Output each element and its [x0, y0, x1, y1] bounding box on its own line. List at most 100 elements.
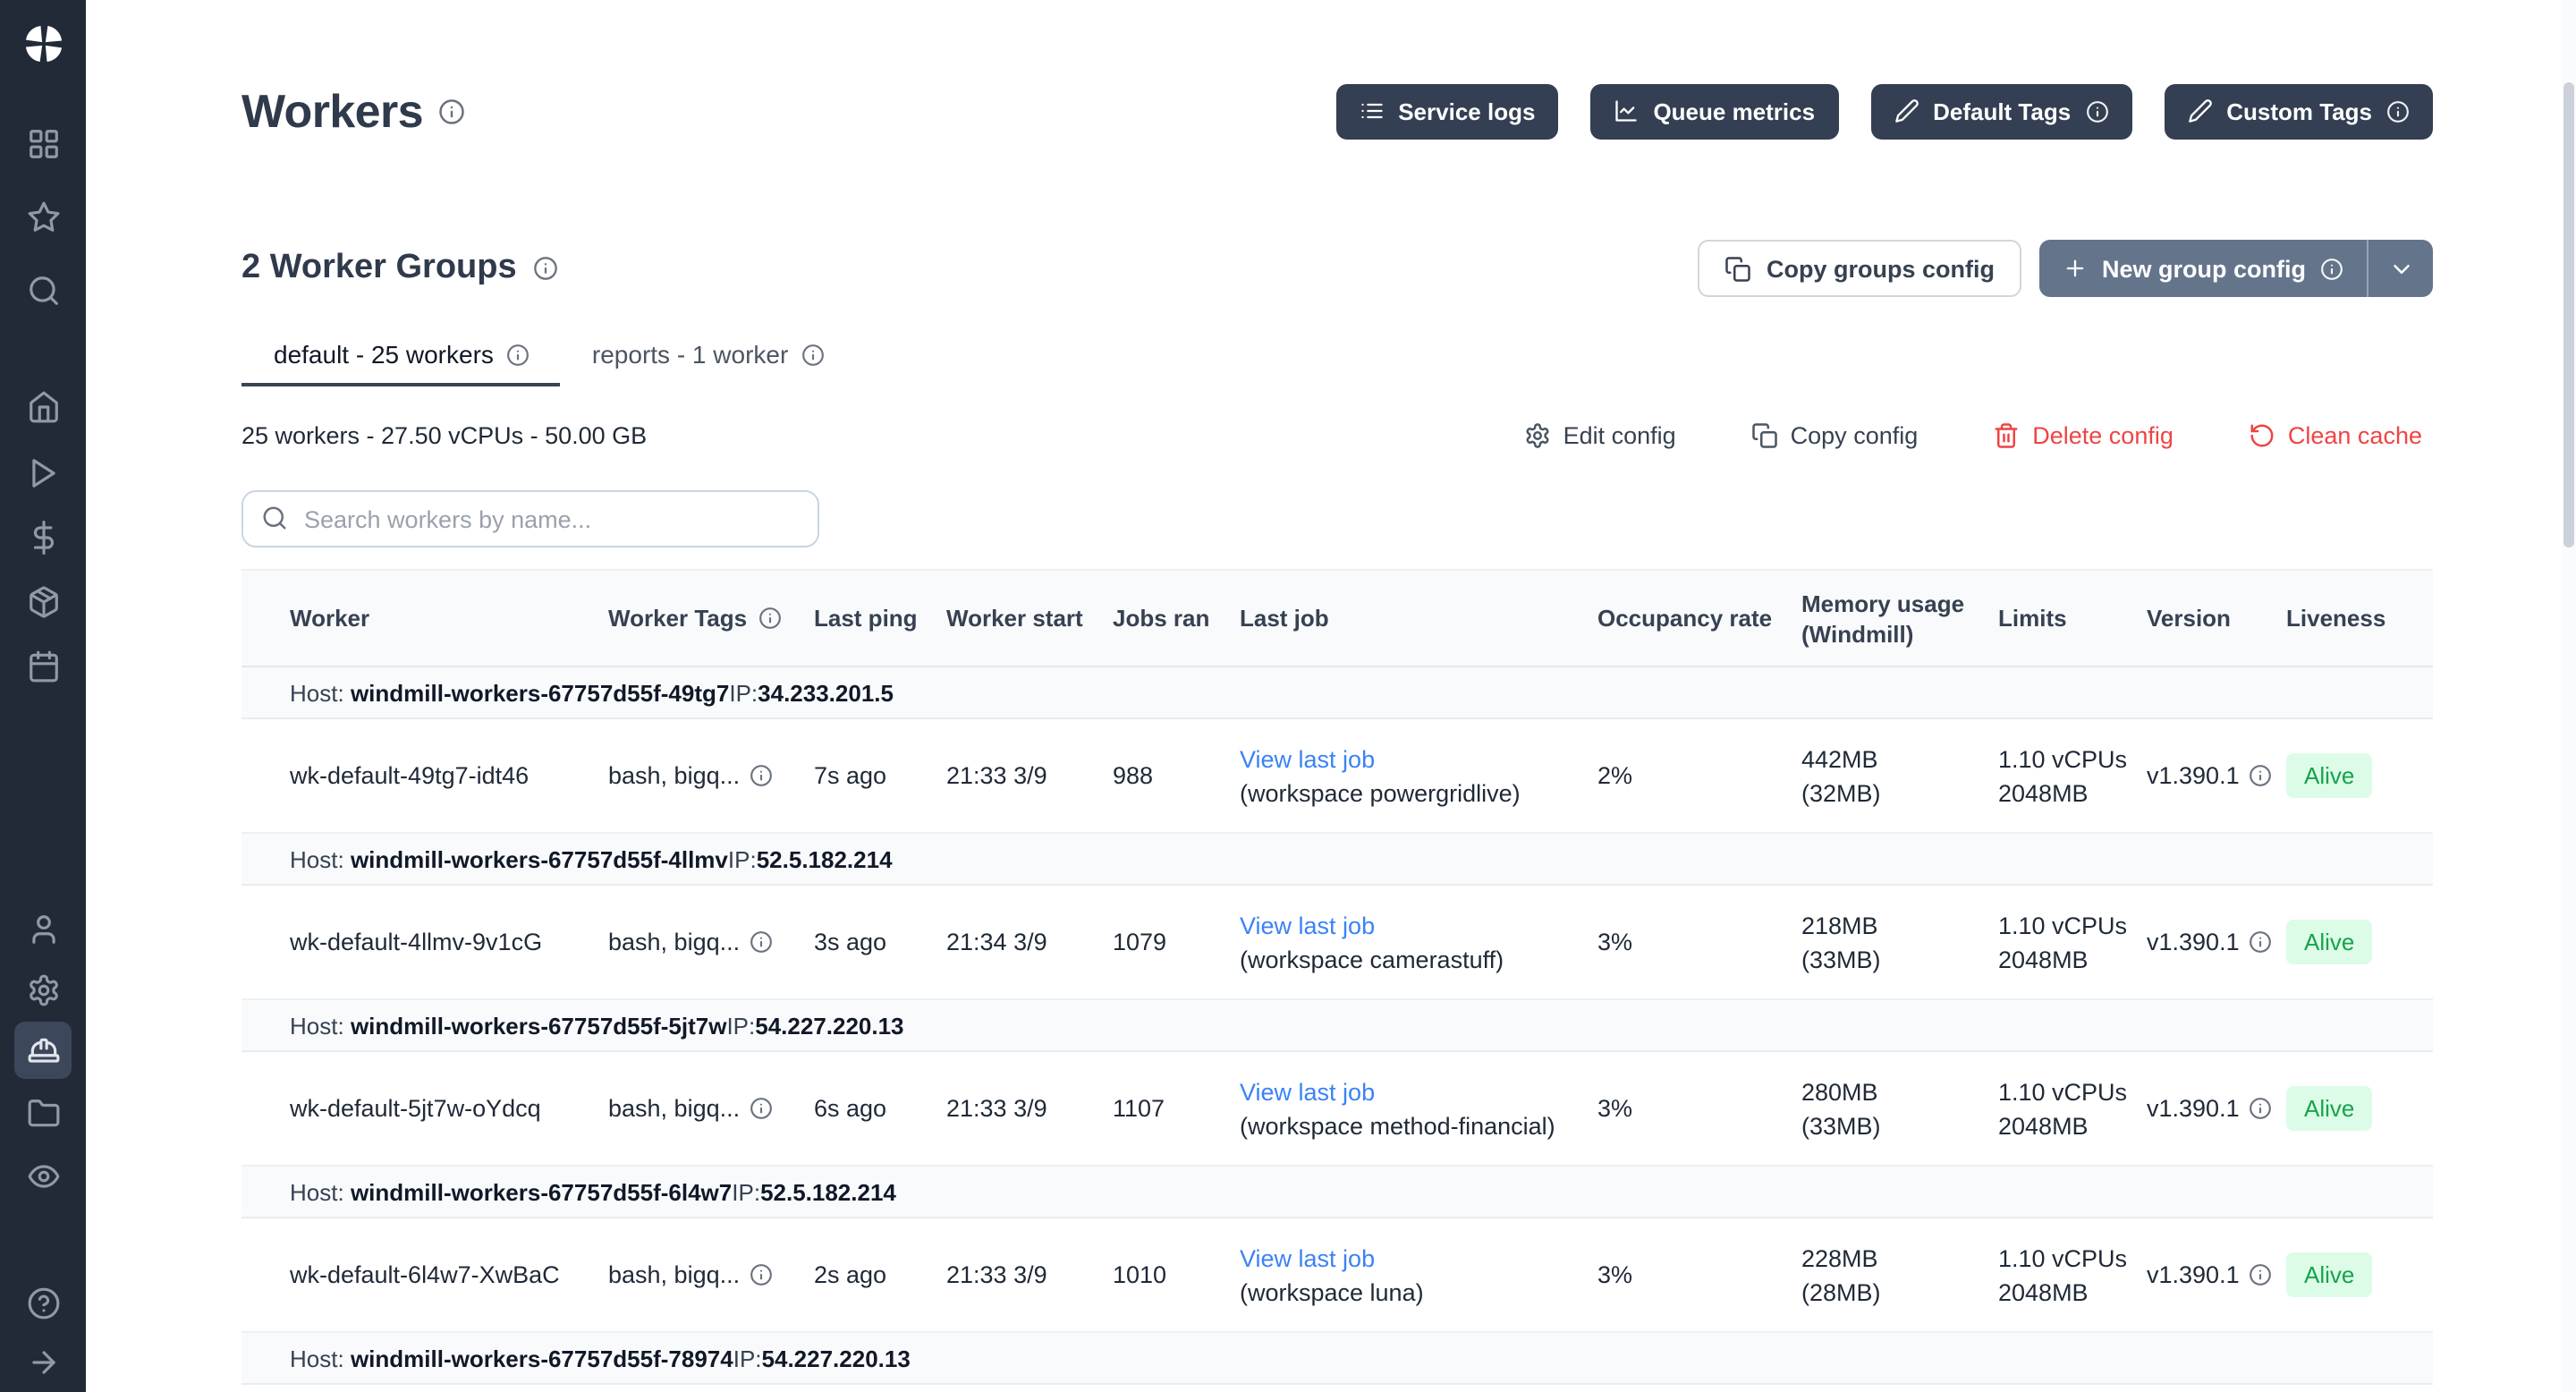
sidebar-item-search[interactable]: [14, 261, 72, 318]
copy-config-button[interactable]: Copy config: [1741, 420, 1929, 450]
edit-config-button[interactable]: Edit config: [1513, 420, 1687, 450]
search-icon: [26, 273, 60, 307]
last-job-workspace: (workspace method-financial): [1240, 1108, 1583, 1142]
liveness-badge: Alive: [2286, 753, 2372, 798]
version-cell: v1.390.1: [2147, 1051, 2286, 1166]
info-icon[interactable]: [749, 764, 772, 787]
memory-usage-cell: 280MB (33MB): [1801, 1051, 1998, 1166]
groups-header: 2 Worker Groups Copy groups config New g…: [242, 240, 2433, 297]
scrollbar: [2562, 0, 2576, 1392]
info-icon[interactable]: [2249, 930, 2272, 954]
sidebar-collapse-button[interactable]: [14, 1333, 72, 1390]
info-icon[interactable]: [749, 1263, 772, 1286]
table-header-row: Worker Worker Tags Last ping Worker star…: [242, 570, 2433, 666]
info-icon[interactable]: [801, 343, 824, 366]
sidebar-item-home[interactable]: [14, 378, 72, 435]
info-icon[interactable]: [2249, 764, 2272, 787]
new-group-config-caret-button[interactable]: [2367, 240, 2433, 297]
jobs-ran-cell: 1107: [1113, 1051, 1240, 1166]
info-icon[interactable]: [506, 343, 530, 366]
clean-cache-button[interactable]: Clean cache: [2238, 420, 2433, 450]
worker-row: wk-default-6l4w7-XwBaC bash, bigq... 2s …: [242, 1218, 2433, 1332]
sidebar: [0, 0, 86, 1392]
worker-start-cell: 21:34 3/9: [946, 885, 1113, 999]
worker-start-cell: 21:33 3/9: [946, 1218, 1113, 1332]
sidebar-nav: [0, 86, 86, 1390]
default-tags-button[interactable]: Default Tags: [1870, 83, 2131, 139]
search-workers-input[interactable]: [242, 490, 819, 547]
queue-metrics-button[interactable]: Queue metrics: [1590, 83, 1838, 139]
new-group-config-button[interactable]: New group config: [2039, 240, 2367, 297]
scrollbar-thumb[interactable]: [2563, 82, 2574, 547]
jobs-ran-cell: 1010: [1113, 1218, 1240, 1332]
workers-page: Workers Service logs Queue metrics Defau…: [0, 0, 2576, 1392]
sidebar-item-settings[interactable]: [14, 961, 72, 1018]
windmill-logo-icon: [21, 21, 65, 65]
tab-reports[interactable]: reports - 1 worker: [560, 340, 854, 386]
gear-icon: [1524, 421, 1551, 448]
last-job-workspace: (workspace powergridlive): [1240, 776, 1583, 810]
sidebar-item-runs[interactable]: [14, 444, 72, 501]
limits-cell: 1.10 vCPUs 2048MB: [1998, 1051, 2147, 1166]
host-ip: IP:52.5.182.214: [732, 1178, 896, 1205]
last-job-cell: View last job (workspace powergridlive): [1240, 718, 1597, 833]
service-logs-button[interactable]: Service logs: [1335, 83, 1558, 139]
custom-tags-button[interactable]: Custom Tags: [2164, 83, 2433, 139]
last-ping-cell: 6s ago: [814, 1051, 946, 1166]
info-icon[interactable]: [2249, 1263, 2272, 1286]
sidebar-item-apps[interactable]: [14, 115, 72, 172]
host-ip: IP:54.227.220.13: [726, 1012, 903, 1039]
view-last-job-link[interactable]: View last job: [1240, 912, 1375, 938]
sidebar-item-help[interactable]: [14, 1274, 72, 1331]
eye-icon: [26, 1159, 60, 1193]
info-icon[interactable]: [2249, 1097, 2272, 1120]
host-row: Host: windmill-workers-67757d55f-6l4w7 I…: [242, 1166, 2433, 1218]
sidebar-item-favorites[interactable]: [14, 188, 72, 245]
worker-name-cell: wk-default-49tg7-idt46: [242, 718, 608, 833]
sidebar-item-audit-logs[interactable]: [14, 1147, 72, 1204]
config-actions: Edit config Copy config Delete config Cl…: [1513, 420, 2433, 450]
plus-icon: [2063, 256, 2088, 281]
last-ping-cell: 2s ago: [814, 1218, 946, 1332]
host-row: Host: windmill-workers-67757d55f-5jt7w I…: [242, 999, 2433, 1051]
info-icon[interactable]: [749, 930, 772, 954]
occupancy-rate-cell: 2%: [1597, 718, 1801, 833]
view-last-job-link[interactable]: View last job: [1240, 1244, 1375, 1271]
header-actions: Service logs Queue metrics Default Tags …: [1335, 83, 2433, 139]
sidebar-item-workers[interactable]: [14, 1022, 72, 1079]
pencil-icon: [2187, 98, 2212, 123]
worker-tags-cell: bash, bigq...: [608, 1218, 814, 1332]
sidebar-item-folders[interactable]: [14, 1084, 72, 1142]
search-row: [242, 490, 2433, 547]
delete-config-button[interactable]: Delete config: [1982, 420, 2184, 450]
groups-actions: Copy groups config New group config: [1697, 240, 2433, 297]
sidebar-item-resources[interactable]: [14, 573, 72, 630]
info-icon[interactable]: [749, 1097, 772, 1120]
col-liveness: Liveness: [2286, 570, 2433, 666]
version-cell: v1.390.1: [2147, 885, 2286, 999]
last-job-workspace: (workspace luna): [1240, 1275, 1583, 1309]
info-icon[interactable]: [533, 256, 558, 281]
worker-tags-cell: bash, bigq...: [608, 1051, 814, 1166]
sidebar-item-users[interactable]: [14, 900, 72, 957]
info-icon[interactable]: [439, 98, 466, 124]
view-last-job-link[interactable]: View last job: [1240, 745, 1375, 772]
limits-cell: 1.10 vCPUs 2048MB: [1998, 1218, 2147, 1332]
info-icon[interactable]: [758, 607, 781, 630]
worker-row: wk-default-49tg7-idt46 bash, bigq... 7s …: [242, 718, 2433, 833]
arrow-right-icon: [26, 1345, 60, 1379]
sidebar-item-variables[interactable]: [14, 508, 72, 565]
col-version: Version: [2147, 570, 2286, 666]
tab-default[interactable]: default - 25 workers: [242, 340, 560, 386]
view-last-job-link[interactable]: View last job: [1240, 1078, 1375, 1105]
col-jobs-ran: Jobs ran: [1113, 570, 1240, 666]
trash-icon: [1993, 421, 2020, 448]
occupancy-rate-cell: 3%: [1597, 1051, 1801, 1166]
copy-groups-config-button[interactable]: Copy groups config: [1697, 240, 2021, 297]
last-job-cell: View last job (workspace camerastuff): [1240, 885, 1597, 999]
jobs-ran-cell: 988: [1113, 718, 1240, 833]
windmill-logo[interactable]: [0, 0, 86, 86]
grid-icon: [26, 126, 60, 160]
folder-icon: [26, 1096, 60, 1130]
sidebar-item-schedules[interactable]: [14, 637, 72, 694]
